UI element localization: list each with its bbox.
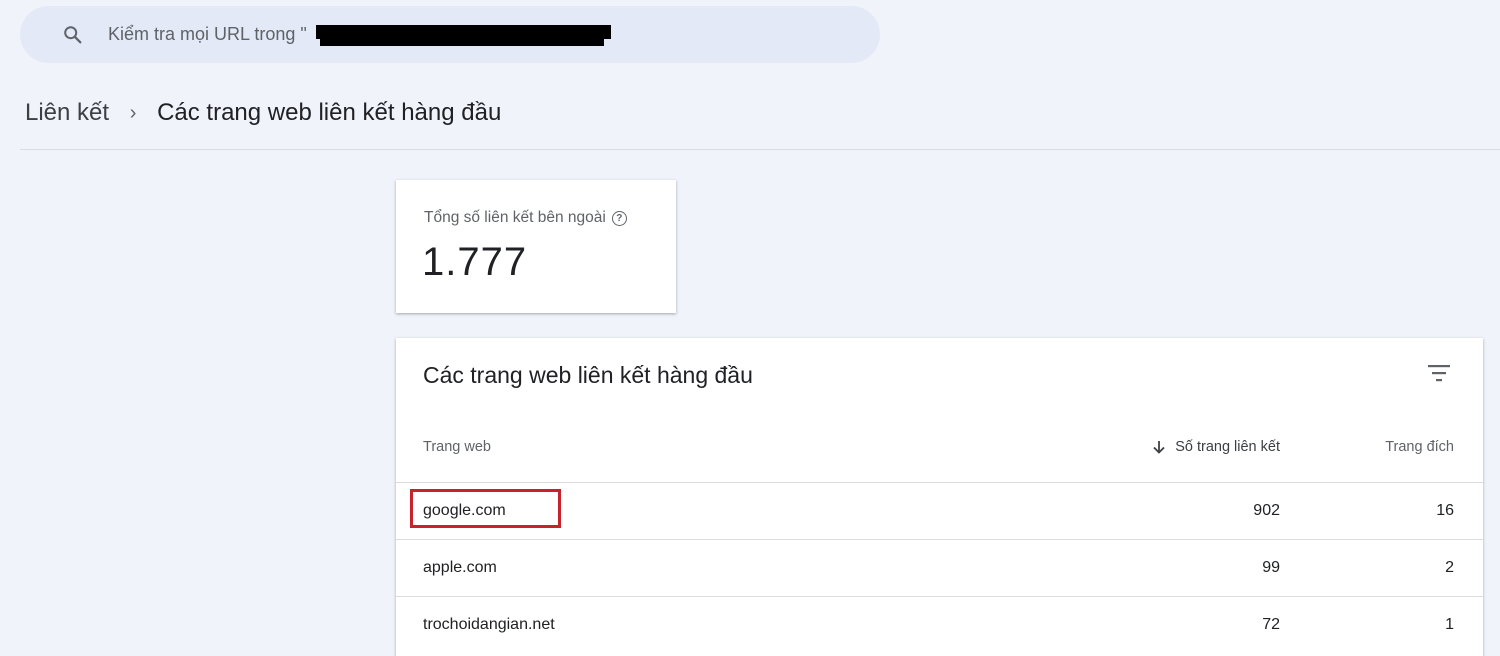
total-external-links-label: Tổng số liên kết bên ngoài ?: [424, 209, 627, 227]
table-row[interactable]: trochoidangian.net 72 1: [396, 596, 1483, 654]
row-site: trochoidangian.net: [423, 616, 555, 633]
column-header-site[interactable]: Trang web: [423, 439, 491, 455]
search-icon: [64, 26, 82, 44]
redacted-property-url-lower: [320, 38, 604, 46]
header-divider: [20, 149, 1500, 150]
row-target-pages: 2: [1445, 559, 1454, 576]
redacted-property-url: [316, 25, 611, 39]
column-header-linking-pages-label: Số trang liên kết: [1175, 439, 1280, 455]
highlight-annotation-box: [410, 489, 561, 528]
table-row[interactable]: apple.com 99 2: [396, 539, 1483, 597]
row-linking-pages: 902: [1253, 502, 1280, 519]
search-input-placeholder[interactable]: Kiểm tra mọi URL trong ": [108, 6, 307, 63]
sort-down-arrow-icon: [1153, 441, 1165, 454]
total-external-links-card: Tổng số liên kết bên ngoài ? 1.777: [396, 180, 676, 313]
breadcrumb-links[interactable]: Liên kết: [25, 99, 109, 127]
row-site: apple.com: [423, 559, 497, 576]
row-target-pages: 1: [1445, 616, 1454, 633]
row-linking-pages: 99: [1262, 559, 1280, 576]
row-linking-pages: 72: [1262, 616, 1280, 633]
breadcrumb-chevron-icon: ›: [129, 101, 137, 124]
filter-icon[interactable]: [1428, 364, 1450, 382]
total-external-links-label-text: Tổng số liên kết bên ngoài: [424, 209, 606, 226]
total-external-links-value: 1.777: [422, 240, 528, 284]
column-header-target-pages[interactable]: Trang đích: [1385, 439, 1454, 455]
help-icon[interactable]: ?: [611, 210, 627, 226]
column-header-linking-pages[interactable]: Số trang liên kết: [1152, 439, 1280, 455]
breadcrumb: Liên kết › Các trang web liên kết hàng đ…: [25, 96, 501, 130]
table-title: Các trang web liên kết hàng đầu: [423, 362, 753, 388]
page-title: Các trang web liên kết hàng đầu: [157, 99, 502, 126]
row-target-pages: 16: [1436, 502, 1454, 519]
search-console-page: Kiểm tra mọi URL trong " Liên kết › Các …: [0, 0, 1500, 656]
url-inspection-search-bar[interactable]: Kiểm tra mọi URL trong ": [20, 6, 880, 63]
